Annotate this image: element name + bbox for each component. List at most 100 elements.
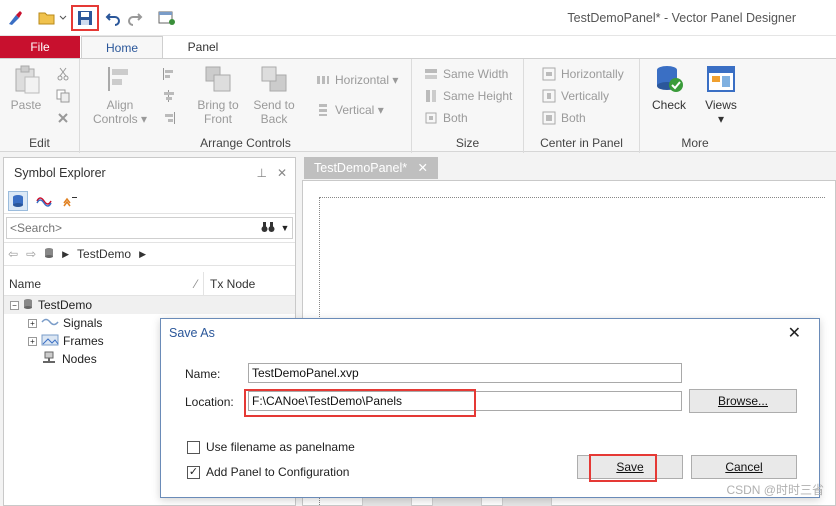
- breadcrumb-item-testdemo[interactable]: TestDemo: [77, 247, 131, 261]
- binoculars-icon[interactable]: [258, 221, 278, 236]
- open-dropdown-icon[interactable]: [58, 8, 68, 28]
- align-center-icon[interactable]: [162, 87, 176, 105]
- paste-icon: [10, 63, 42, 95]
- horizontal-dropdown-icon: ▾: [392, 73, 399, 87]
- close-tab-icon[interactable]: ✕: [418, 157, 428, 179]
- add-to-config-checkbox-box[interactable]: ✓: [187, 465, 200, 479]
- back-arrow-icon[interactable]: ⇦: [8, 247, 18, 261]
- network-node-icon: [42, 351, 56, 368]
- expand-icon[interactable]: +: [28, 336, 37, 346]
- symbol-explorer-toolbar: [4, 188, 295, 214]
- align-controls-icon: [104, 63, 136, 95]
- use-filename-checkbox[interactable]: Use filename as panelname: [187, 440, 355, 454]
- panel-name-input[interactable]: [248, 363, 682, 383]
- collapse-icon[interactable]: −: [10, 300, 19, 310]
- tab-home[interactable]: Home: [81, 36, 163, 58]
- close-pane-icon[interactable]: ✕: [277, 158, 287, 188]
- name-label: Name:: [185, 367, 221, 381]
- breadcrumb-separator-icon: ▶: [62, 248, 70, 259]
- align-controls-button[interactable]: Align Controls ▾: [92, 63, 148, 126]
- copy-icon[interactable]: [56, 87, 70, 105]
- distribute-vertical-icon: [316, 103, 330, 117]
- group-arrange-label: Arrange Controls: [200, 136, 291, 150]
- same-width-button[interactable]: Same Width: [424, 65, 508, 83]
- cut-icon[interactable]: [56, 65, 70, 83]
- undo-icon[interactable]: [102, 8, 124, 28]
- browse-button[interactable]: Browse...: [689, 389, 797, 413]
- forward-arrow-icon[interactable]: ⇨: [26, 247, 36, 261]
- same-width-icon: [424, 67, 438, 81]
- distribute-vertical-button[interactable]: Vertical ▾: [316, 101, 384, 119]
- save-button[interactable]: Save: [577, 455, 683, 479]
- center-horizontally-icon: [542, 67, 556, 81]
- location-input[interactable]: [248, 391, 682, 411]
- symbol-search-box: ▼: [6, 217, 293, 239]
- watermark: CSDN @时时三省: [726, 483, 824, 497]
- check-button[interactable]: Check: [648, 63, 690, 112]
- views-button[interactable]: Views ▾: [700, 63, 742, 126]
- document-tab-testdemopanel[interactable]: TestDemoPanel* ✕: [304, 157, 438, 179]
- same-size-both-button[interactable]: Both: [424, 109, 468, 127]
- bring-to-front-button[interactable]: Bring to Front: [192, 63, 244, 126]
- center-vertically-button[interactable]: Vertically: [542, 87, 609, 105]
- send-to-back-icon: [258, 63, 290, 95]
- quick-access-toolbar: [4, 5, 178, 31]
- tree-item-testdemo[interactable]: − TestDemo: [4, 296, 295, 314]
- center-horizontally-button[interactable]: Horizontally: [542, 65, 624, 83]
- views-icon: [705, 63, 737, 95]
- group-edit-label: Edit: [29, 136, 50, 150]
- same-height-button[interactable]: Same Height: [424, 87, 512, 105]
- breadcrumb-expand-icon[interactable]: ▶: [139, 249, 146, 260]
- group-center-label: Center in Panel: [540, 136, 623, 150]
- cancel-button[interactable]: Cancel: [691, 455, 797, 479]
- window-title: TestDemoPanel* - Vector Panel Designer: [567, 11, 796, 25]
- redo-icon[interactable]: [124, 8, 146, 28]
- symbol-explorer-header: Symbol Explorer ⊥ ✕: [4, 158, 295, 188]
- column-header-name[interactable]: Name ⁄: [4, 271, 204, 296]
- group-more-label: More: [681, 136, 709, 150]
- database-view-icon[interactable]: [8, 190, 28, 211]
- tab-file[interactable]: File: [0, 36, 80, 58]
- group-arrange-controls: Align Controls ▾ Bring to Front Send to …: [80, 59, 412, 153]
- paste-button[interactable]: Paste: [6, 63, 46, 112]
- add-to-config-checkbox[interactable]: ✓ Add Panel to Configuration: [187, 465, 349, 479]
- align-right-icon[interactable]: [162, 109, 176, 127]
- pin-icon[interactable]: ⊥: [257, 158, 267, 188]
- signal-icon: [41, 316, 59, 330]
- send-to-back-button[interactable]: Send to Back: [248, 63, 300, 126]
- distribute-horizontal-button[interactable]: Horizontal ▾: [316, 71, 398, 89]
- group-center-in-panel: Horizontally Vertically Both Center in P…: [524, 59, 640, 153]
- ribbon-tabs: File Home Panel: [0, 36, 836, 58]
- views-dropdown-icon: ▾: [717, 112, 725, 126]
- group-size: Same Width Same Height Both Size: [412, 59, 524, 153]
- tree-column-headers: Name ⁄ Tx Node: [4, 271, 295, 296]
- panel-settings-icon[interactable]: [156, 8, 178, 28]
- same-size-both-icon: [424, 111, 438, 125]
- dialog-title: Save As: [169, 326, 215, 340]
- open-folder-icon[interactable]: [36, 8, 58, 28]
- center-vertically-icon: [542, 89, 556, 103]
- use-filename-checkbox-box[interactable]: [187, 440, 200, 454]
- center-both-button[interactable]: Both: [542, 109, 586, 127]
- center-both-icon: [542, 111, 556, 125]
- align-left-icon[interactable]: [162, 65, 176, 83]
- symbol-explorer-title: Symbol Explorer: [14, 166, 106, 180]
- signal-view-icon[interactable]: [34, 191, 54, 211]
- app-brush-icon[interactable]: [4, 8, 26, 28]
- save-icon[interactable]: [71, 5, 99, 31]
- sort-view-icon[interactable]: [60, 191, 80, 211]
- search-dropdown-icon[interactable]: ▼: [278, 223, 292, 233]
- title-bar: TestDemoPanel* - Vector Panel Designer: [0, 0, 836, 36]
- location-label: Location:: [185, 395, 234, 409]
- breadcrumb: ⇦ ⇨ ▶ TestDemo ▶: [4, 242, 295, 266]
- symbol-search-input[interactable]: [7, 218, 258, 238]
- dialog-close-icon[interactable]: ✕: [788, 323, 801, 343]
- delete-icon[interactable]: [56, 109, 70, 127]
- vertical-dropdown-icon: ▾: [377, 103, 384, 117]
- expand-icon[interactable]: +: [28, 318, 37, 328]
- group-edit: Paste Edit: [0, 59, 80, 153]
- tab-panel[interactable]: Panel: [168, 36, 238, 58]
- column-header-tx-node[interactable]: Tx Node: [204, 277, 255, 291]
- align-dropdown-icon: ▾: [141, 112, 148, 126]
- bring-to-front-icon: [202, 63, 234, 95]
